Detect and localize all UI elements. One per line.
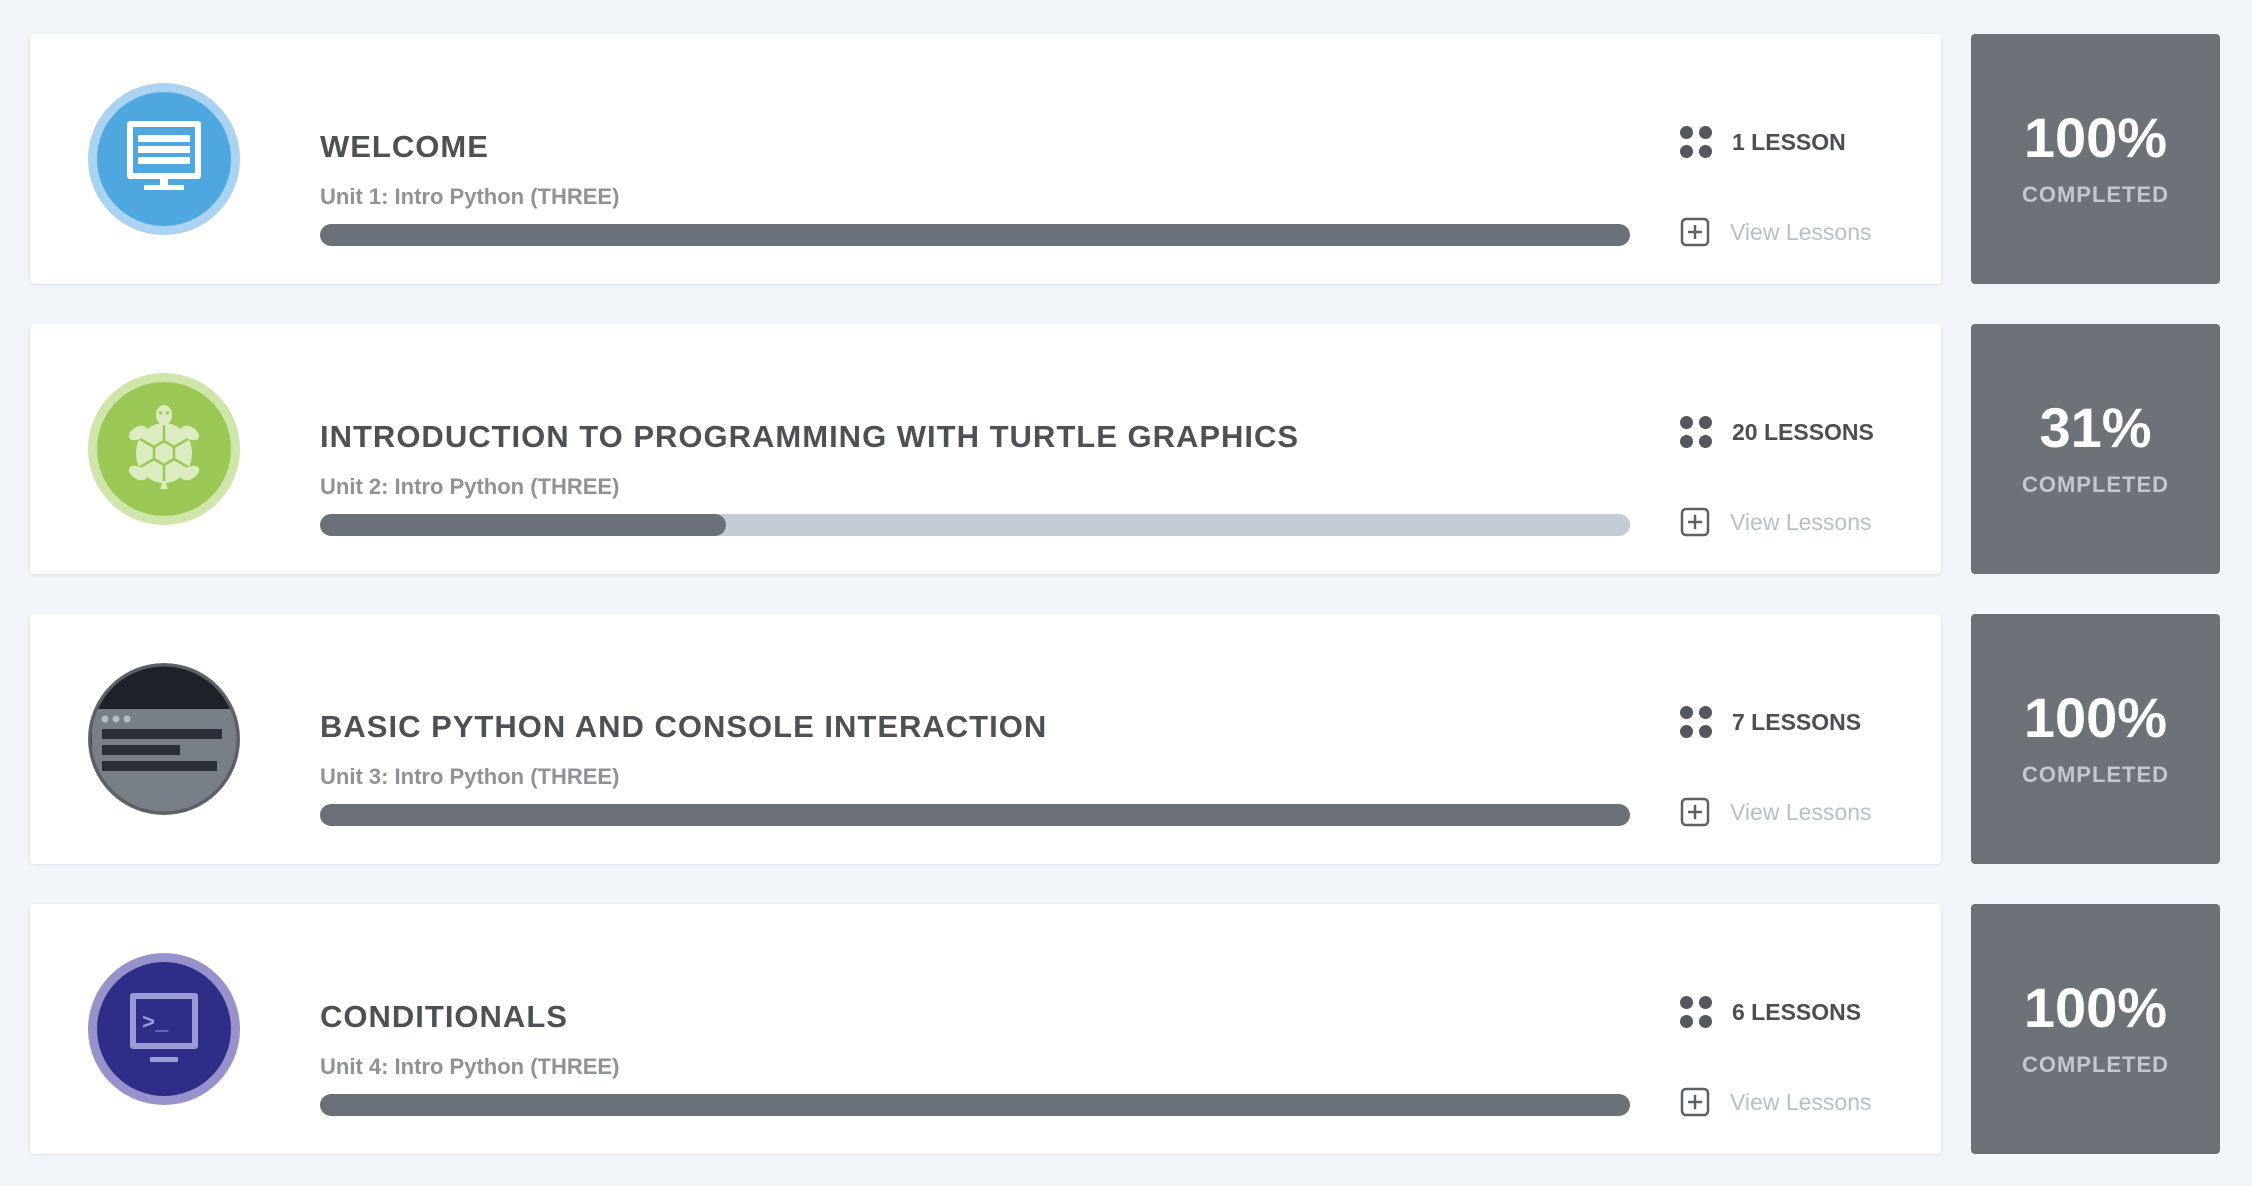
unit-subtitle: Unit 4: Intro Python (THREE): [320, 1054, 620, 1079]
completion-box: 100% COMPLETED: [1971, 904, 2220, 1154]
completion-percent: 100%: [2023, 976, 2168, 1039]
completion-box: 100% COMPLETED: [1971, 34, 2220, 284]
lessons-grid-icon: [1680, 706, 1712, 738]
progress-fill: [320, 514, 727, 536]
completion-label: COMPLETED: [2021, 1052, 2170, 1077]
completion-label: COMPLETED: [2021, 762, 2170, 787]
progress-bar: [320, 514, 1630, 536]
unit-card-1[interactable]: WELCOME Unit 1: Intro Python (THREE) 1 L…: [30, 34, 1941, 284]
unit-card-4[interactable]: >_ CONDITIONALS Unit 4: Intro Python (TH…: [30, 904, 1941, 1154]
plus-box-icon: [1680, 1087, 1710, 1117]
completion-percent: 100%: [2023, 686, 2168, 749]
unit-card-2[interactable]: INTRODUCTION TO PROGRAMMING WITH TURTLE …: [30, 324, 1941, 574]
view-lessons-label: View Lessons: [1730, 508, 1872, 535]
completion-label: COMPLETED: [2021, 182, 2170, 207]
view-lessons-button[interactable]: View Lessons: [1680, 217, 1872, 247]
view-lessons-button[interactable]: View Lessons: [1680, 507, 1872, 537]
lessons-grid-icon: [1680, 996, 1712, 1028]
lesson-count: 6 LESSONS: [1680, 996, 1861, 1028]
svg-text:>_: >_: [142, 1011, 169, 1036]
computer-monitor-icon: [88, 83, 240, 235]
progress-bar: [320, 224, 1630, 246]
completion-label: COMPLETED: [2021, 472, 2170, 497]
lessons-grid-icon: [1680, 126, 1712, 158]
lesson-count-label: 1 LESSON: [1732, 128, 1846, 155]
lesson-count: 7 LESSONS: [1680, 706, 1861, 738]
completion-percent: 31%: [2039, 396, 2152, 459]
view-lessons-button[interactable]: View Lessons: [1680, 1087, 1872, 1117]
progress-fill: [320, 804, 1630, 826]
turtle-icon: [88, 373, 240, 525]
view-lessons-label: View Lessons: [1730, 1088, 1872, 1115]
unit-subtitle: Unit 2: Intro Python (THREE): [320, 474, 620, 499]
lesson-count: 1 LESSON: [1680, 126, 1846, 158]
unit-title: BASIC PYTHON AND CONSOLE INTERACTION: [320, 709, 1048, 744]
completion-percent: 100%: [2023, 106, 2168, 169]
lesson-count-label: 7 LESSONS: [1732, 708, 1862, 735]
completion-box: 31% COMPLETED: [1971, 324, 2220, 574]
progress-fill: [320, 1094, 1630, 1116]
progress-fill: [320, 224, 1630, 246]
plus-box-icon: [1680, 507, 1710, 537]
lessons-grid-icon: [1680, 416, 1712, 448]
unit-row-4: >_ CONDITIONALS Unit 4: Intro Python (TH…: [30, 904, 2220, 1154]
unit-subtitle: Unit 3: Intro Python (THREE): [320, 764, 620, 789]
unit-row-1: WELCOME Unit 1: Intro Python (THREE) 1 L…: [30, 34, 2220, 284]
browser-window-icon: [88, 663, 240, 815]
unit-row-2: INTRODUCTION TO PROGRAMMING WITH TURTLE …: [30, 324, 2220, 574]
lesson-count-label: 6 LESSONS: [1732, 998, 1862, 1025]
progress-bar: [320, 804, 1630, 826]
unit-card-3[interactable]: BASIC PYTHON AND CONSOLE INTERACTION Uni…: [30, 614, 1941, 864]
plus-box-icon: [1680, 217, 1710, 247]
view-lessons-label: View Lessons: [1730, 218, 1872, 245]
lesson-count-label: 20 LESSONS: [1732, 418, 1874, 445]
completion-box: 100% COMPLETED: [1971, 614, 2220, 864]
unit-row-3: BASIC PYTHON AND CONSOLE INTERACTION Uni…: [30, 614, 2220, 864]
view-lessons-button[interactable]: View Lessons: [1680, 797, 1872, 827]
terminal-icon: >_: [88, 953, 240, 1105]
unit-title: WELCOME: [320, 129, 489, 164]
progress-bar: [320, 1094, 1630, 1116]
unit-subtitle: Unit 1: Intro Python (THREE): [320, 184, 620, 209]
lesson-count: 20 LESSONS: [1680, 416, 1874, 448]
plus-box-icon: [1680, 797, 1710, 827]
unit-title: INTRODUCTION TO PROGRAMMING WITH TURTLE …: [320, 419, 1300, 454]
view-lessons-label: View Lessons: [1730, 798, 1872, 825]
unit-title: CONDITIONALS: [320, 999, 568, 1034]
